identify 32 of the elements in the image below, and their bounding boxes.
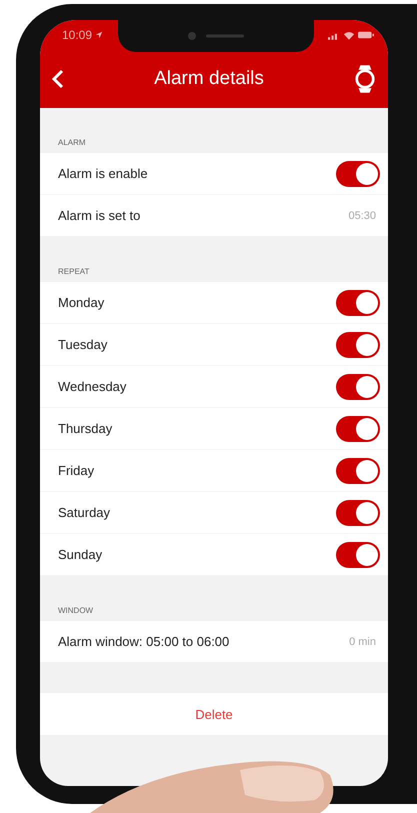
back-icon[interactable] bbox=[52, 69, 64, 89]
toggle-switch[interactable] bbox=[336, 160, 380, 186]
row-label: Alarm window: 05:00 to 06:00 bbox=[58, 634, 230, 649]
section-header: REPEAT bbox=[57, 266, 90, 278]
row-label: Sunday bbox=[58, 547, 104, 562]
row-label: Thursday bbox=[58, 421, 114, 436]
section-header: WINDOW bbox=[57, 605, 94, 617]
row-label: Saturday bbox=[58, 505, 112, 520]
section-header: ALARM bbox=[57, 137, 87, 149]
wifi-icon bbox=[343, 30, 355, 40]
toggle-switch[interactable] bbox=[336, 374, 380, 400]
toggle-switch[interactable] bbox=[336, 332, 380, 358]
row-label: Friday bbox=[58, 463, 96, 478]
row-label: Tuesday bbox=[58, 337, 108, 352]
row-value: 0 min bbox=[349, 636, 377, 648]
location-arrow-icon bbox=[95, 31, 104, 39]
toggle-switch[interactable] bbox=[336, 416, 380, 442]
screen-title: Alarm details bbox=[153, 68, 265, 90]
row-label: Monday bbox=[58, 295, 106, 310]
delete-button[interactable]: Delete bbox=[40, 693, 388, 735]
battery-icon bbox=[358, 31, 374, 39]
row-label: Alarm is set to bbox=[58, 208, 142, 223]
toggle-switch[interactable] bbox=[336, 458, 380, 484]
camera-icon bbox=[186, 31, 246, 41]
watch-icon[interactable] bbox=[354, 64, 376, 94]
toggle-switch[interactable] bbox=[336, 542, 380, 568]
row-label: Alarm is enable bbox=[58, 166, 149, 181]
row-label: Wednesday bbox=[58, 379, 128, 394]
toggle-switch[interactable] bbox=[336, 500, 380, 526]
toggle-switch[interactable] bbox=[336, 290, 380, 316]
row-value: 05:30 bbox=[348, 210, 377, 222]
status-time: 10:09 bbox=[62, 28, 92, 42]
